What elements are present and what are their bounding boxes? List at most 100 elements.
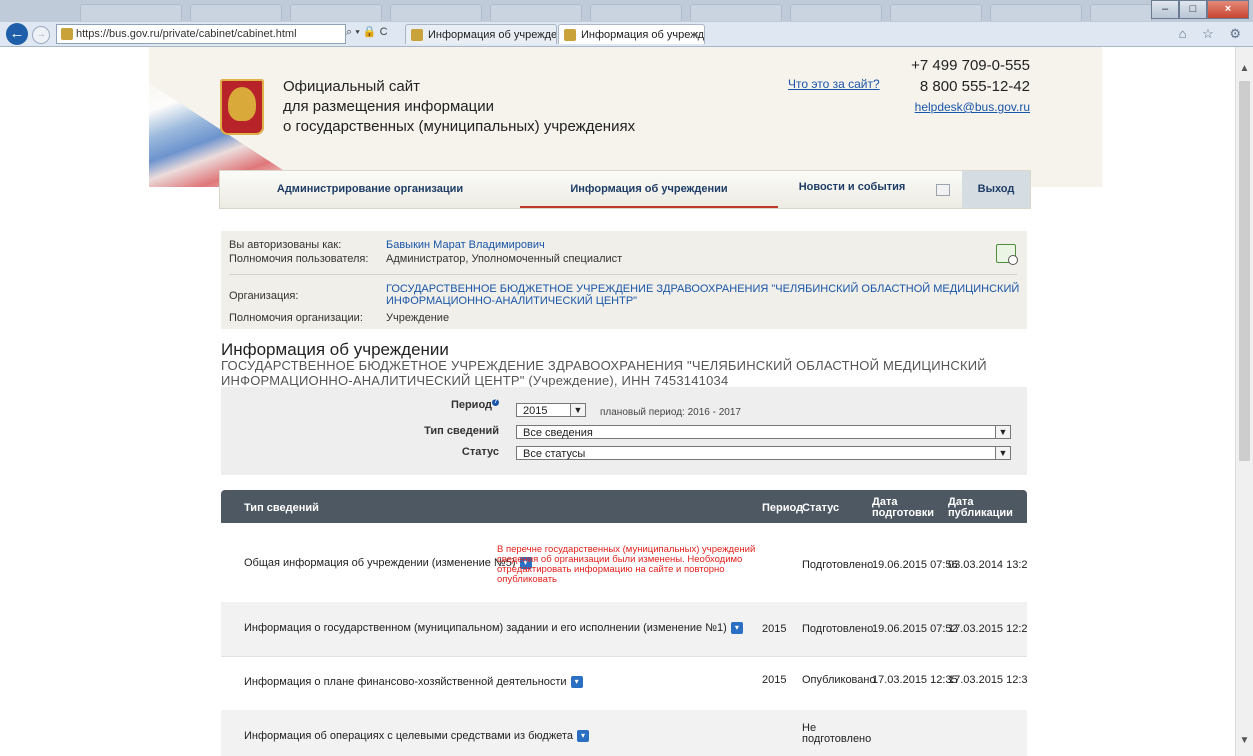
nav-news[interactable]: Новости и события [792,171,912,208]
messages-icon[interactable] [936,184,950,196]
browser-tab-2-active[interactable]: Информация об учрежде... × [558,24,705,44]
row-type-text: Информация об операциях с целевыми средс… [244,730,573,742]
browser-tab-1[interactable]: Информация об учреждении [405,24,557,44]
period-label: Период? [379,399,499,411]
scroll-thumb[interactable] [1239,81,1250,461]
table-header: Тип сведений Период Статус Дата подготовк… [221,490,1027,523]
row-status: Подготовлено [802,559,874,571]
minimize-button[interactable]: – [1151,0,1179,19]
background-tab[interactable] [790,4,882,21]
row-period: 2015 [762,623,787,635]
org-name-link-line2[interactable]: ИНФОРМАЦИОННО-АНАЛИТИЧЕСКИЙ ЦЕНТР" [386,295,637,307]
background-tab[interactable] [890,4,982,21]
chevron-down-icon: ▼ [995,426,1010,438]
table-row[interactable]: Информация о плане финансово-хозяйственн… [221,656,1027,711]
tab-label: Информация об учрежде... [581,29,704,41]
row-error-message: В перечне государственных (муниципальных… [497,544,756,585]
col-status: Статус [802,502,840,514]
col-prep-line: подготовки [872,507,935,519]
eagle-icon [228,87,256,121]
filter-panel: Период? 2015 ▼ плановый период: 2016 - 2… [221,387,1027,475]
row-status: Не подготовлено [802,723,871,745]
col-period: Период [762,502,804,514]
flag-decoration [149,83,289,187]
tab-close-icon[interactable]: × [693,25,699,44]
row-menu-icon[interactable]: ▾ [576,730,589,743]
table-row[interactable]: Информация о государственном (муниципаль… [221,602,1027,657]
background-tab[interactable] [690,4,782,21]
browser-navbar: ← → https://bus.gov.ru/private/cabinet/c… [0,22,1253,47]
status-select[interactable]: Все статусы ▼ [516,446,1011,460]
close-window-button[interactable]: × [1207,0,1249,19]
chevron-down-icon: ▼ [570,404,585,416]
background-tab[interactable] [290,4,382,21]
row-prep-date: 19.06.2015 07:52 [872,623,958,635]
browser-tools[interactable]: ⌂ ☆ ⚙ [1179,26,1247,42]
row-status: Опубликовано [802,674,876,686]
scroll-down-icon[interactable]: ▼ [1236,735,1253,746]
org-perm-label: Полномочия организации: [229,312,363,324]
background-tab[interactable] [80,4,182,21]
logout-button[interactable]: Выход [962,171,1030,208]
period-select-value: 2015 [523,405,548,417]
phone-2: 8 800 555-12-42 [919,78,1030,95]
row-period: 2015 [762,674,787,686]
address-bar-controls[interactable]: ⌕ ▾ 🔒 C [346,25,388,39]
maximize-button[interactable]: □ [1179,0,1207,19]
forward-button[interactable]: → [32,26,50,44]
background-tab[interactable] [390,4,482,21]
col-type: Тип сведений [244,502,319,514]
browser-tabstrip: – □ × [0,0,1253,22]
user-perm-value: Администратор, Уполномоченный специалист [386,253,623,265]
nav-admin[interactable]: Администрирование организации [220,171,520,208]
org-name-link[interactable]: ГОСУДАРСТВЕННОЕ БЮДЖЕТНОЕ УЧРЕЖДЕНИЕ ЗДР… [386,283,1019,295]
help-icon[interactable]: ? [492,399,499,406]
user-info-panel: Вы авторизованы как: Бавыкин Марат Влади… [221,231,1027,329]
background-tab[interactable] [1090,4,1152,21]
row-prep-date: 19.06.2015 07:56 [872,559,958,571]
site-title: Официальный сайт для размещения информац… [283,77,635,137]
scroll-up-icon[interactable]: ▲ [1236,63,1253,74]
background-tab[interactable] [190,4,282,21]
vertical-scrollbar[interactable]: ▲ ▼ [1235,47,1253,756]
period-select[interactable]: 2015 ▼ [516,403,586,417]
info-table: Тип сведений Период Статус Дата подготовк… [221,490,1027,756]
site-title-line: Официальный сайт [283,78,420,95]
background-tab[interactable] [990,4,1082,21]
user-name-link[interactable]: Бавыкин Марат Владимирович [386,239,545,251]
row-pub-date: 03.03.2014 13:28 [948,559,1027,571]
status-select-value: Все статусы [523,448,586,460]
helpdesk-email-link[interactable]: helpdesk@bus.gov.ru [911,97,1030,118]
col-pub-line: публикации [948,507,1013,519]
main-nav: Администрирование организации Информация… [219,170,1031,209]
divider [229,274,1017,275]
back-button[interactable]: ← [6,23,28,45]
type-select-value: Все сведения [523,427,593,439]
row-menu-icon[interactable]: ▾ [730,622,743,635]
tab-label: Информация об учреждении [428,29,557,41]
type-label: Тип сведений [424,425,499,437]
chevron-down-icon: ▼ [995,447,1010,459]
row-type: Информация о государственном (муниципаль… [244,622,743,635]
nav-info-active[interactable]: Информация об учреждении [520,171,778,208]
col-pub-date: Дата публикации [948,497,1013,519]
user-perm-label: Полномочия пользователя: [229,253,369,265]
row-status-line: подготовлено [802,733,872,745]
address-bar[interactable]: https://bus.gov.ru/private/cabinet/cabin… [56,24,346,44]
page-subtitle: ГОСУДАРСТВЕННОЕ БЮДЖЕТНОЕ УЧРЕЖДЕНИЕ ЗДР… [221,358,987,388]
row-type: Информация об операциях с целевыми средс… [244,730,589,743]
row-type-text: Информация о государственном (муниципаль… [244,622,727,634]
row-pub-date: 17.03.2015 12:36 [948,674,1027,686]
calendar-clock-icon[interactable] [996,244,1018,265]
background-tab[interactable] [590,4,682,21]
type-select[interactable]: Все сведения ▼ [516,425,1011,439]
background-tab[interactable] [490,4,582,21]
site-favicon-icon [61,28,73,40]
url-text: https://bus.gov.ru/private/cabinet/cabin… [76,28,297,40]
table-row[interactable]: Общая информация об учреждении (изменени… [221,523,1027,603]
row-menu-icon[interactable]: ▾ [570,676,583,689]
what-is-this-link[interactable]: Что это за сайт? [788,77,880,91]
site-title-line: для размещения информации [283,98,495,115]
table-row[interactable]: Информация об операциях с целевыми средс… [221,710,1027,756]
col-prep-date: Дата подготовки [872,497,934,519]
